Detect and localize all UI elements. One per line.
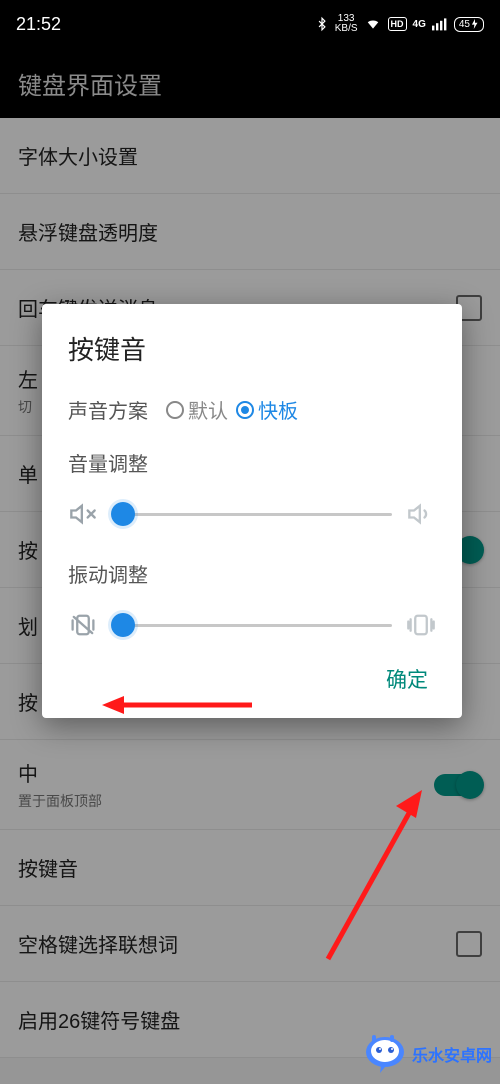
vibrate-off-icon (68, 610, 98, 640)
wifi-icon (364, 17, 382, 31)
signal-4g-icon: 4G (413, 19, 426, 30)
volume-up-icon (406, 499, 436, 529)
vibrate-block: 振动调整 (68, 559, 436, 640)
slider-thumb[interactable] (111, 613, 135, 637)
watermark: 乐水安卓网 (360, 1034, 492, 1074)
volume-mute-icon (68, 499, 98, 529)
page-title: 键盘界面设置 (18, 66, 162, 101)
signal-icon (432, 17, 448, 31)
bluetooth-icon (315, 15, 329, 33)
net-speed: 133KB/S (335, 14, 358, 34)
watermark-text: 乐水安卓网 (412, 1042, 492, 1066)
radio-icon (236, 401, 254, 419)
slider-thumb[interactable] (111, 502, 135, 526)
ok-button[interactable]: 确定 (378, 658, 436, 700)
radio-default[interactable]: 默认 (166, 395, 228, 424)
status-right: 133KB/S HD 4G 45 (315, 14, 484, 34)
battery-icon: 45 (454, 17, 484, 32)
volume-label: 音量调整 (68, 448, 436, 477)
vibrate-slider[interactable] (112, 624, 392, 627)
vibrate-label: 振动调整 (68, 559, 436, 588)
scheme-label: 声音方案 (68, 395, 148, 424)
app-bar: 键盘界面设置 (0, 48, 500, 118)
radio-kuaiban[interactable]: 快板 (236, 395, 298, 424)
volume-block: 音量调整 (68, 448, 436, 529)
radio-icon (166, 401, 184, 419)
status-time: 21:52 (16, 14, 61, 35)
volume-slider[interactable] (112, 513, 392, 516)
dialog-title: 按键音 (68, 330, 436, 367)
vibrate-on-icon (406, 610, 436, 640)
sound-scheme-row: 声音方案 默认 快板 (68, 395, 436, 424)
status-bar: 21:52 133KB/S HD 4G 45 (0, 0, 500, 48)
hd-icon: HD (388, 17, 407, 31)
watermark-icon (360, 1034, 406, 1074)
keysound-dialog: 按键音 声音方案 默认 快板 音量调整 振动调整 (42, 304, 462, 718)
